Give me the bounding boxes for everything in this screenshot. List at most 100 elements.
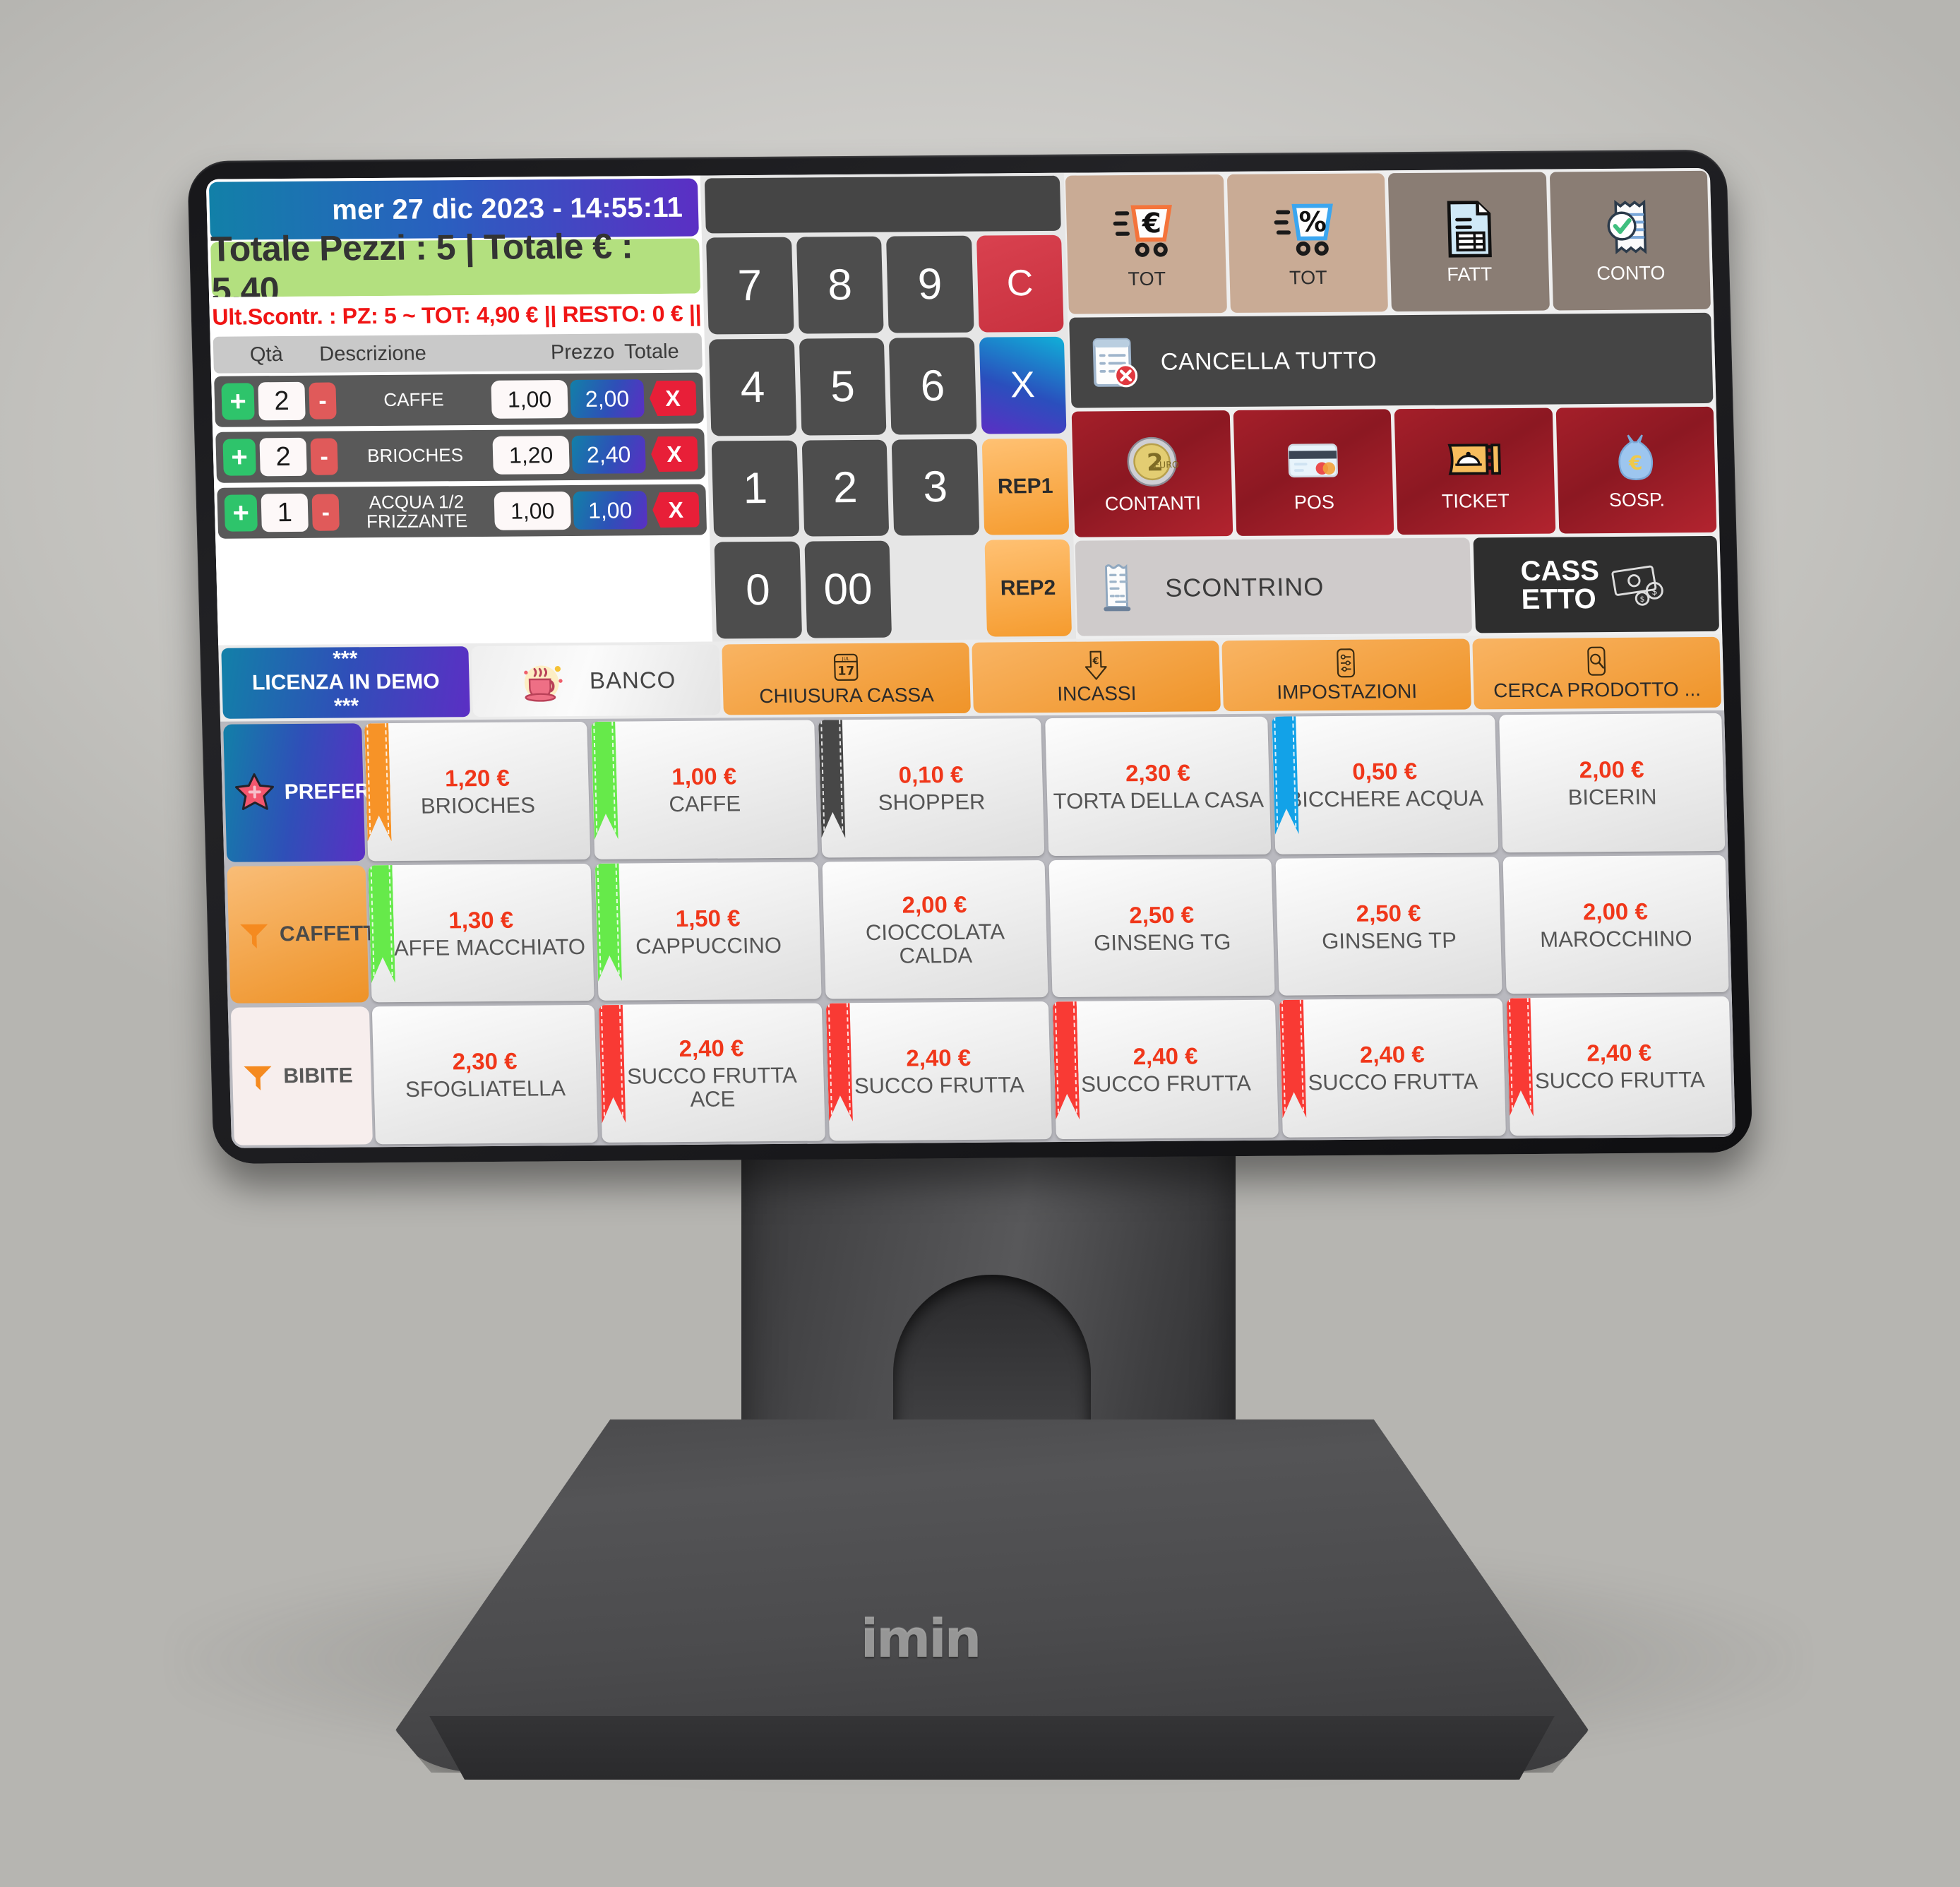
key-rep1[interactable]: REP1 (981, 438, 1070, 535)
decrease-qty-button[interactable]: - (309, 382, 337, 419)
product-price: 2,30 € (1125, 759, 1191, 787)
tool-chiusura-cassa[interactable]: JUL 17 CHIUSURA CASSA (721, 642, 971, 715)
product-tile[interactable]: 2,00 € MAROCCHINO (1502, 855, 1729, 994)
product-tile[interactable]: 2,40 € SUCCO FRUTTA (1052, 1000, 1279, 1140)
pay-ticket-button[interactable]: TICKET (1394, 407, 1555, 535)
invoice-button[interactable]: FATT (1387, 172, 1550, 312)
cancel-all-button[interactable]: CANCELLA TUTTO (1069, 312, 1714, 408)
item-price[interactable]: 1,00 (494, 492, 571, 530)
money-bag-euro-icon: € (1607, 429, 1665, 487)
product-name: SUCCO FRUTTA (1308, 1068, 1478, 1095)
payment-label: POS (1293, 491, 1335, 513)
product-name: SUCCO FRUTTA ACE (626, 1062, 798, 1112)
table-row[interactable]: + 1 - ACQUA 1/2 FRIZZANTE 1,00 1,00 X (217, 484, 707, 539)
increase-qty-button[interactable]: + (221, 383, 255, 420)
sidebar-item-caffetteria[interactable]: CAFFETTERIA (227, 864, 427, 1004)
key-0[interactable]: 0 (714, 541, 802, 639)
product-price: 0,50 € (1351, 758, 1418, 785)
tool-impostazioni[interactable]: IMPOSTAZIONI (1221, 638, 1471, 712)
demo-license-banner[interactable]: *** LICENZA IN DEMO *** (221, 646, 471, 719)
bill-button[interactable]: CONTO (1549, 170, 1711, 311)
remove-item-button[interactable]: X (649, 381, 696, 416)
product-tile[interactable]: 2,50 € GINSENG TP (1275, 856, 1502, 996)
stand-base-lip (429, 1716, 1555, 1780)
key-1[interactable]: 1 (711, 440, 799, 537)
qty-value[interactable]: 2 (258, 381, 306, 421)
product-price: 2,40 € (1133, 1042, 1198, 1070)
product-tile[interactable]: 2,00 € CIOCCOLATA CALDA (822, 859, 1048, 999)
item-price[interactable]: 1,20 (492, 436, 570, 475)
product-tile[interactable]: 2,40 € SUCCO FRUTTA (1506, 996, 1733, 1136)
key-4[interactable]: 4 (708, 338, 796, 436)
item-price[interactable]: 1,00 (491, 380, 568, 419)
pay-cash-button[interactable]: 2 EURO CONTANTI (1071, 410, 1233, 537)
key-clear[interactable]: C (976, 234, 1064, 333)
tool-banco[interactable]: BANCO (471, 644, 721, 718)
pos-terminal-bezel: mer 27 dic 2023 - 14:55:11 Totale Pezzi … (187, 149, 1753, 1164)
remove-item-button[interactable]: X (650, 436, 698, 472)
product-tile[interactable]: 1,50 € CAPPUCCINO (594, 862, 822, 1001)
product-tile[interactable]: 1,20 € BRIOCHES (364, 721, 591, 861)
product-tile[interactable]: 0,50 € BICCHERE ACQUA (1272, 715, 1498, 855)
product-tile[interactable]: 2,30 € SFOGLIATELLA (371, 1005, 599, 1145)
svg-text:€: € (1141, 208, 1161, 239)
key-blank (894, 540, 981, 638)
key-8[interactable]: 8 (796, 236, 884, 334)
product-price: 1,20 € (444, 764, 510, 792)
product-tile[interactable]: 2,40 € SUCCO FRUTTA ACE (599, 1003, 825, 1143)
key-3[interactable]: 3 (891, 439, 979, 536)
product-tile[interactable]: 2,30 € TORTA DELLA CASA (1045, 716, 1272, 856)
tool-label: CERCA PRODOTTO ... (1493, 678, 1702, 702)
product-tile[interactable]: 2,40 € SUCCO FRUTTA (825, 1001, 1052, 1141)
bookmark-ribbon-icon (595, 863, 622, 982)
tool-cerca-prodotto[interactable]: CERCA PRODOTTO ... (1471, 636, 1721, 710)
key-9[interactable]: 9 (886, 235, 974, 333)
product-price: 2,40 € (905, 1044, 972, 1072)
open-drawer-button[interactable]: CASS ETTO $ $ (1473, 535, 1720, 633)
product-price: 2,40 € (1586, 1040, 1652, 1066)
key-2[interactable]: 2 (801, 439, 890, 537)
bookmark-ribbon-icon (1506, 998, 1533, 1117)
tool-incassi[interactable]: € INCASSI (972, 641, 1221, 713)
payment-label: TICKET (1441, 489, 1510, 512)
euro-coin-icon: 2 EURO (1123, 433, 1181, 490)
cart-list: + 2 - CAFFE 1,00 2,00 X + 2 - BRIOCHES 1… (210, 369, 713, 645)
pos-screen: mer 27 dic 2023 - 14:55:11 Totale Pezzi … (205, 167, 1736, 1148)
key-5[interactable]: 5 (799, 338, 887, 436)
key-multiply[interactable]: X (979, 336, 1067, 434)
sliders-settings-icon (1329, 647, 1363, 679)
table-row[interactable]: + 2 - BRIOCHES 1,20 2,40 X (215, 428, 706, 483)
increase-qty-button[interactable]: + (224, 494, 258, 532)
bookmark-ribbon-icon (825, 1004, 852, 1122)
qty-value[interactable]: 2 (259, 437, 307, 477)
product-price: 2,50 € (1128, 901, 1195, 928)
product-tile[interactable]: 1,30 € CAFFE MACCHIATO (368, 863, 594, 1003)
decrease-qty-button[interactable]: - (311, 494, 340, 531)
key-7[interactable]: 7 (706, 237, 794, 335)
print-receipt-button[interactable]: SCONTRINO (1075, 537, 1472, 636)
keypad-display[interactable] (704, 175, 1061, 234)
qty-value[interactable]: 1 (261, 493, 309, 532)
increase-qty-button[interactable]: + (222, 439, 256, 476)
remove-item-button[interactable]: X (652, 492, 700, 528)
key-rep2[interactable]: REP2 (984, 539, 1072, 637)
total-percent-button[interactable]: % TOT (1226, 173, 1388, 313)
key-double-zero[interactable]: 00 (803, 540, 892, 638)
decrease-qty-button[interactable]: - (310, 438, 338, 475)
product-tile[interactable]: 2,00 € BICERIN (1498, 713, 1726, 852)
product-tile[interactable]: 2,40 € SUCCO FRUTTA (1279, 998, 1506, 1138)
product-price: 2,00 € (1579, 756, 1644, 783)
key-6[interactable]: 6 (888, 337, 976, 435)
product-name: SUCCO FRUTTA (1080, 1071, 1252, 1097)
product-tile[interactable]: 0,10 € SHOPPER (818, 718, 1045, 858)
sidebar-item-bibite[interactable]: BIBITE (230, 1006, 373, 1145)
item-total: 2,00 (570, 379, 645, 418)
product-tile[interactable]: 2,50 € GINSENG TG (1048, 858, 1275, 998)
product-name: TORTA DELLA CASA (1053, 787, 1265, 814)
product-tile[interactable]: 1,00 € CAFFE (591, 720, 818, 859)
pay-pos-button[interactable]: POS (1233, 409, 1394, 536)
pay-suspend-button[interactable]: € SOSP. (1555, 406, 1717, 534)
total-euro-button[interactable]: € TOT (1065, 174, 1227, 314)
sidebar-item-preferiti[interactable]: PREFERITI (223, 723, 395, 862)
table-row[interactable]: + 2 - CAFFE 1,00 2,00 X (214, 372, 704, 427)
